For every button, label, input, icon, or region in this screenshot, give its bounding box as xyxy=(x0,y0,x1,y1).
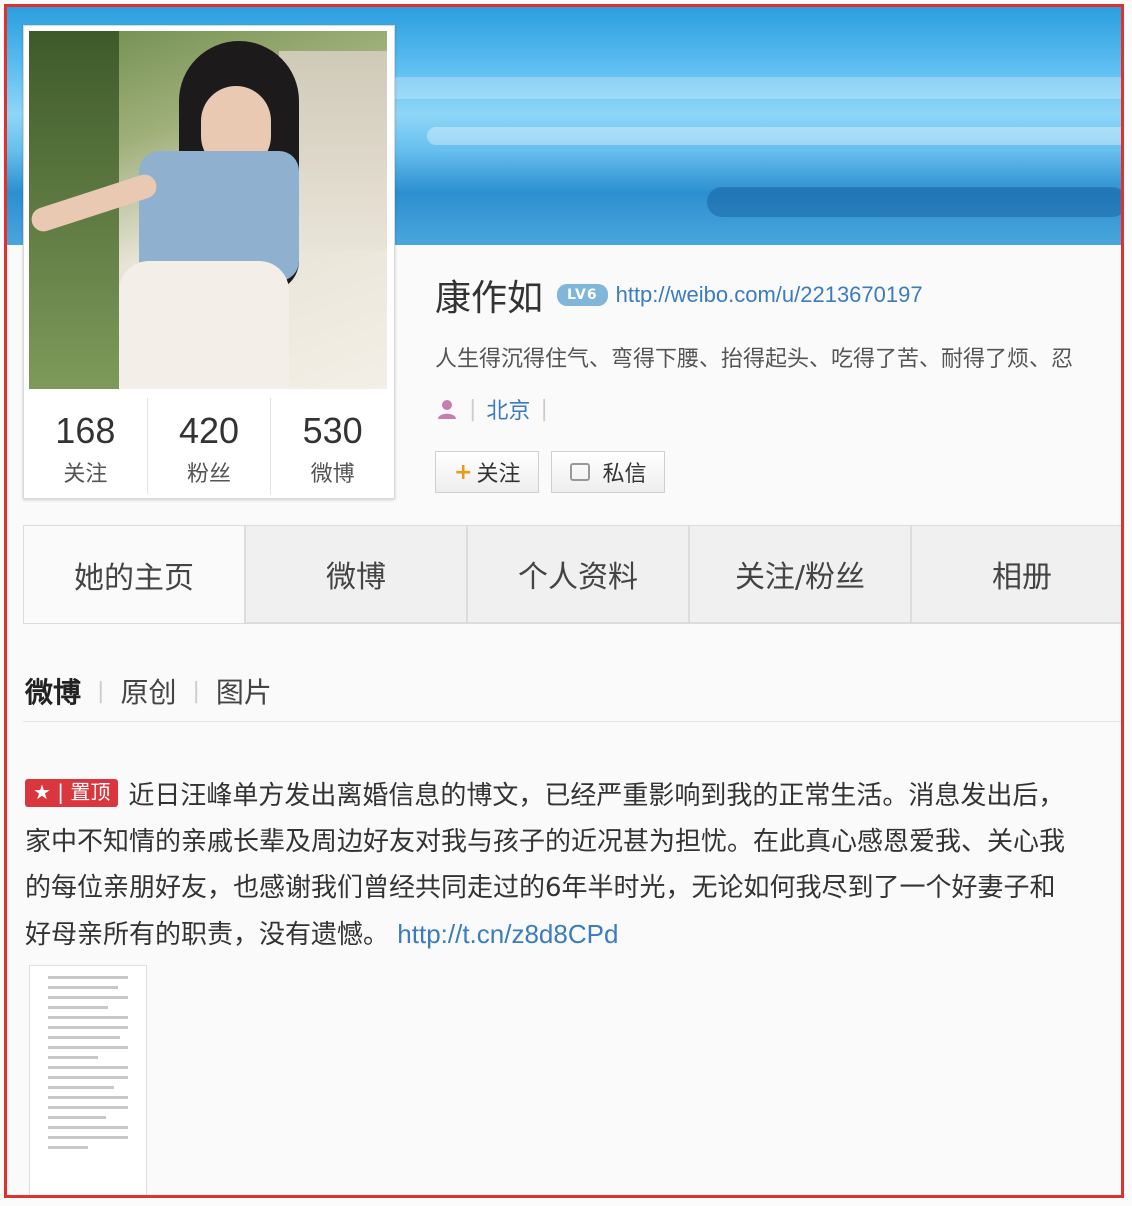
avatar-card: 168 关注 420 粉丝 530 微博 xyxy=(23,25,395,499)
stat-posts[interactable]: 530 微博 xyxy=(271,398,394,494)
location-link[interactable]: 北京 xyxy=(486,393,530,425)
pinned-badge: ★ | 置顶 xyxy=(25,778,119,807)
feed-filter: 微博 | 原创 | 图片 xyxy=(25,671,272,711)
stat-count: 530 xyxy=(302,410,363,451)
stat-count: 420 xyxy=(178,410,240,451)
tab-follow-fans[interactable]: 关注/粉丝 xyxy=(689,525,911,623)
post-text-line: 好母亲所有的职责，没有遗憾。 xyxy=(25,920,390,950)
post-image-thumbnail[interactable] xyxy=(29,965,147,1195)
stat-label: 关注 xyxy=(63,462,108,487)
action-buttons: + 关注 私信 xyxy=(435,451,666,493)
pinned-post: ★ | 置顶 近日汪峰单方发出离婚信息的博文，已经严重影响到我的正常生活。消息发出… xyxy=(25,773,1121,958)
message-icon xyxy=(570,463,591,481)
user-icon xyxy=(438,400,456,419)
tab-album[interactable]: 相册 xyxy=(911,525,1121,623)
tab-weibo[interactable]: 微博 xyxy=(245,525,467,623)
profile-tabs: 她的主页 微博 个人资料 关注/粉丝 相册 xyxy=(23,525,1121,624)
post-text-line: 近日汪峰单方发出离婚信息的博文，已经严重影响到我的正常生活。消息发出后， xyxy=(128,781,1065,811)
avatar[interactable] xyxy=(29,31,387,389)
stat-followers[interactable]: 420 粉丝 xyxy=(148,398,272,494)
stat-count: 168 xyxy=(55,410,116,451)
profile-name: 康作如 xyxy=(435,278,544,319)
divider xyxy=(23,721,1121,722)
profile-url-link[interactable]: http://weibo.com/u/2213670197 xyxy=(616,282,923,308)
follow-button[interactable]: + 关注 xyxy=(435,451,540,493)
tab-home[interactable]: 她的主页 xyxy=(23,525,245,623)
profile-info: 康作如 LV6 http://weibo.com/u/2213670197 人生… xyxy=(435,269,1121,425)
filter-images[interactable]: 图片 xyxy=(216,671,272,711)
screenshot-frame: 168 关注 420 粉丝 530 微博 康作如 LV6 http://weib… xyxy=(4,4,1124,1198)
plus-icon: + xyxy=(454,459,473,485)
follow-label: 关注 xyxy=(476,462,521,487)
message-label: 私信 xyxy=(602,462,647,487)
tab-profile-details[interactable]: 个人资料 xyxy=(467,525,689,623)
stat-following[interactable]: 168 关注 xyxy=(24,398,148,494)
post-text-line: 的每位亲朋好友，也感谢我们曾经共同走过的6年半时光，无论如何我尽到了一个好妻子和 xyxy=(25,873,1056,903)
level-badge[interactable]: LV6 xyxy=(557,284,608,306)
stat-label: 微博 xyxy=(310,462,355,487)
post-text-line: 家中不知情的亲戚长辈及周边好友对我与孩子的近况甚为担忧。在此真心感恩爱我、关心我 xyxy=(25,827,1066,857)
stat-label: 粉丝 xyxy=(187,462,232,487)
message-button[interactable]: 私信 xyxy=(551,451,666,493)
filter-original[interactable]: 原创 xyxy=(120,671,176,711)
stats-row: 168 关注 420 粉丝 530 微博 xyxy=(24,398,394,494)
filter-all[interactable]: 微博 xyxy=(25,671,81,711)
profile-bio: 人生得沉得住气、弯得下腰、抬得起头、吃得了苦、耐得了烦、忍 xyxy=(435,347,1074,372)
post-link[interactable]: http://t.cn/z8d8CPd xyxy=(397,919,618,949)
pin-label: 置顶 xyxy=(70,779,111,804)
pin-icon: ★ xyxy=(33,779,51,804)
